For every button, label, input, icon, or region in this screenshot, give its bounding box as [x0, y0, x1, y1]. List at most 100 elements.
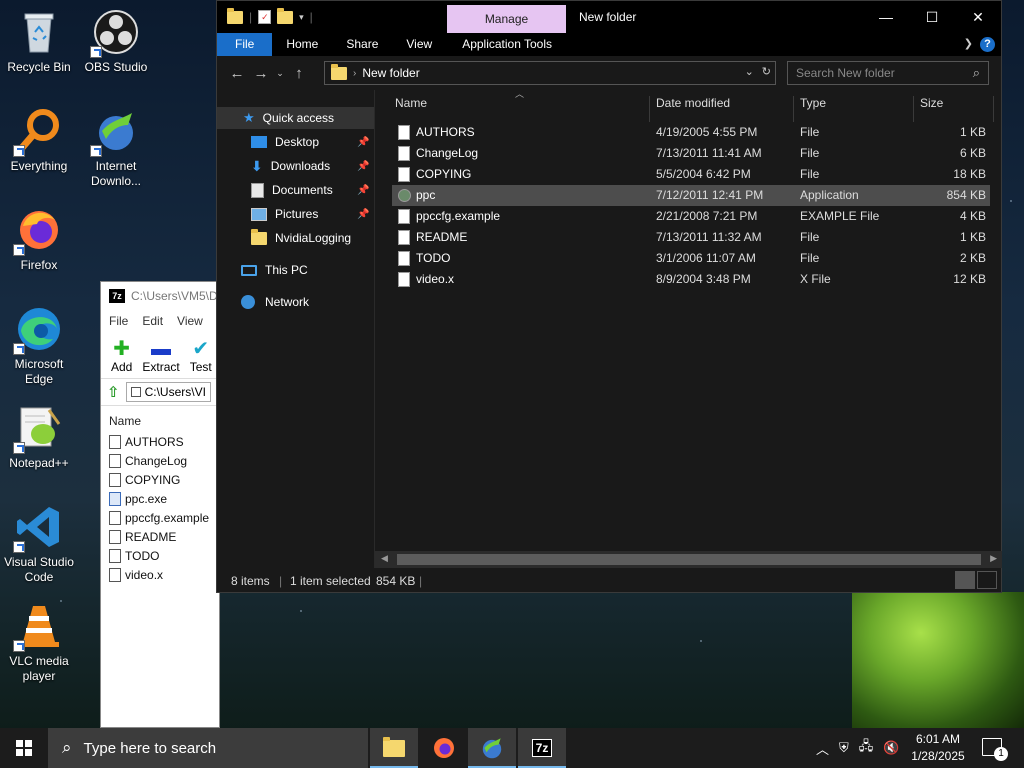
7zip-extract-button[interactable]: ▬ Extract: [142, 338, 179, 374]
desktop-icon-microsoft-edge[interactable]: Microsoft Edge: [1, 305, 77, 387]
column-type[interactable]: Type: [800, 96, 826, 110]
ribbon-tab-view[interactable]: View: [392, 33, 446, 56]
nav-desktop[interactable]: Desktop 📌: [217, 131, 374, 153]
desktop-icon-notepad-plus-plus[interactable]: Notepad++: [1, 404, 77, 471]
desktop-icon-firefox[interactable]: Firefox: [1, 206, 77, 273]
nav-quick-access[interactable]: ★ Quick access: [217, 107, 374, 129]
desktop-icon-visual-studio-code[interactable]: Visual Studio Code: [1, 503, 77, 585]
7zip-file-row[interactable]: COPYING: [101, 470, 219, 489]
nav-nvidialogging[interactable]: NvidiaLogging: [217, 227, 351, 249]
nav-documents[interactable]: Documents 📌: [217, 179, 374, 201]
ribbon-tab-file[interactable]: File: [217, 33, 273, 56]
ribbon-tab-home[interactable]: Home: [272, 33, 332, 56]
taskbar-firefox[interactable]: [420, 728, 468, 768]
7zip-file-row[interactable]: ChangeLog: [101, 451, 219, 470]
desktop-icon-internet-download-manager[interactable]: Internet Downlo...: [78, 107, 154, 189]
7zip-menu-edit[interactable]: Edit: [142, 314, 163, 328]
back-arrow-icon[interactable]: ←: [225, 65, 249, 82]
taskbar-search-box[interactable]: ⌕ Type here to search: [48, 728, 368, 768]
maximize-button[interactable]: ☐: [909, 1, 955, 33]
scroll-right-icon[interactable]: ▶: [990, 553, 997, 564]
desktop-icon-everything[interactable]: Everything: [1, 107, 77, 174]
notification-center-icon[interactable]: 1: [982, 738, 1008, 761]
7zip-file-row[interactable]: TODO: [101, 546, 219, 565]
file-row[interactable]: ppccfg.example 2/21/2008 7:21 PM EXAMPLE F…: [392, 206, 990, 227]
address-bar[interactable]: › New folder ⌄ ↻: [324, 61, 776, 85]
file-row[interactable]: ChangeLog 7/13/2011 11:41 AM File 6 KB: [392, 143, 990, 164]
7zip-file-row[interactable]: README: [101, 527, 219, 546]
7zip-window[interactable]: 7z C:\Users\VM5\D File Edit View ✚ Add ▬…: [100, 281, 220, 728]
search-icon[interactable]: ⌕: [973, 65, 980, 81]
up-arrow-icon[interactable]: ⇧: [107, 383, 120, 401]
start-button[interactable]: [0, 728, 48, 768]
7zip-file-row[interactable]: video.x: [101, 565, 219, 584]
status-selection: 1 item selected: [290, 574, 371, 588]
clock[interactable]: 6:01 AM 1/28/2025: [904, 731, 972, 765]
taskbar-7zip[interactable]: 7z: [518, 728, 566, 768]
volume-muted-icon[interactable]: 🔇: [883, 740, 899, 756]
chevron-right-icon[interactable]: ›: [353, 68, 356, 79]
recent-locations-icon[interactable]: ⌄: [273, 68, 287, 79]
file-explorer-window[interactable]: | ✓ ▾ | Manage New folder — ☐ ✕ File Hom…: [216, 0, 1002, 593]
file-row[interactable]: video.x 8/9/2004 3:48 PM X File 12 KB: [392, 269, 990, 290]
taskbar-internet-download-manager[interactable]: [468, 728, 516, 768]
file-name: ppc: [416, 188, 436, 202]
taskbar-file-explorer[interactable]: [370, 728, 418, 768]
details-view-button[interactable]: [955, 571, 975, 589]
file-row[interactable]: ppc 7/12/2011 12:41 PM Application 854 KB: [392, 185, 990, 206]
ribbon-tabs: File Home Share View Application Tools ❯…: [217, 33, 1001, 56]
nav-network[interactable]: Network: [217, 291, 309, 313]
refresh-icon[interactable]: ↻: [762, 65, 771, 78]
scroll-left-icon[interactable]: ◀: [381, 553, 388, 564]
7zip-column-name[interactable]: Name: [101, 406, 219, 432]
address-dropdown-icon[interactable]: ⌄: [745, 65, 754, 78]
nav-downloads[interactable]: ⬇ Downloads 📌: [217, 155, 374, 177]
7zip-test-button[interactable]: ✔ Test: [190, 338, 212, 374]
ribbon-tab-share[interactable]: Share: [332, 33, 392, 56]
7zip-file-row[interactable]: AUTHORS: [101, 432, 219, 451]
7zip-menu-file[interactable]: File: [109, 314, 128, 328]
show-hidden-icons-icon[interactable]: ︿: [816, 739, 829, 758]
close-button[interactable]: ✕: [955, 1, 1001, 33]
large-icons-view-button[interactable]: [977, 571, 997, 589]
network-icon[interactable]: 🖧: [859, 737, 874, 759]
file-row[interactable]: COPYING 5/5/2004 6:42 PM File 18 KB: [392, 164, 990, 185]
new-folder-icon[interactable]: [277, 7, 294, 24]
7zip-menu-view[interactable]: View: [177, 314, 203, 328]
properties-icon[interactable]: ✓: [258, 10, 272, 24]
desktop-icon-obs-studio[interactable]: OBS Studio: [78, 8, 154, 75]
file-date: 7/13/2011 11:32 AM: [656, 230, 762, 244]
desktop-icon-label: Microsoft Edge: [14, 357, 64, 386]
clock-date: 1/28/2025: [911, 749, 965, 763]
qat-dropdown-icon[interactable]: ▾: [299, 12, 304, 23]
file-row[interactable]: README 7/13/2011 11:32 AM File 1 KB: [392, 227, 990, 248]
file-row[interactable]: AUTHORS 4/19/2005 4:55 PM File 1 KB: [392, 122, 990, 143]
forward-arrow-icon[interactable]: →: [249, 65, 273, 82]
column-name[interactable]: Name: [395, 96, 427, 110]
horizontal-scrollbar[interactable]: ◀ ▶: [375, 551, 1002, 568]
7zip-add-button[interactable]: ✚ Add: [111, 338, 132, 374]
folder-icon[interactable]: [227, 7, 243, 24]
search-box[interactable]: Search New folder ⌕: [787, 61, 989, 85]
scrollbar-thumb[interactable]: [397, 554, 981, 565]
nav-this-pc[interactable]: This PC: [217, 259, 308, 281]
desktop-icon-vlc-media-player[interactable]: VLC media player: [1, 602, 77, 684]
7zip-file-row[interactable]: ppc.exe: [101, 489, 219, 508]
notification-count-badge: 1: [994, 747, 1008, 761]
7zip-file-row[interactable]: ppccfg.example: [101, 508, 219, 527]
7zip-titlebar[interactable]: 7z C:\Users\VM5\D: [101, 282, 219, 310]
up-arrow-icon[interactable]: ↑: [287, 65, 311, 82]
minimize-button[interactable]: —: [863, 1, 909, 33]
expand-ribbon-icon[interactable]: ❯: [964, 37, 973, 50]
column-size[interactable]: Size: [920, 96, 943, 110]
column-date-modified[interactable]: Date modified: [656, 96, 730, 110]
help-icon[interactable]: ?: [980, 37, 995, 52]
ribbon-tab-application-tools[interactable]: Application Tools: [446, 33, 566, 56]
7zip-path-input[interactable]: C:\Users\VI: [125, 382, 211, 402]
manage-tab[interactable]: Manage: [447, 5, 566, 33]
security-icon[interactable]: ⛨: [839, 740, 849, 756]
nav-pictures[interactable]: Pictures 📌: [217, 203, 374, 225]
file-row[interactable]: TODO 3/1/2006 11:07 AM File 2 KB: [392, 248, 990, 269]
desktop-icon-recycle-bin[interactable]: Recycle Bin: [1, 8, 77, 75]
explorer-titlebar[interactable]: | ✓ ▾ | Manage New folder — ☐ ✕: [217, 1, 1001, 33]
